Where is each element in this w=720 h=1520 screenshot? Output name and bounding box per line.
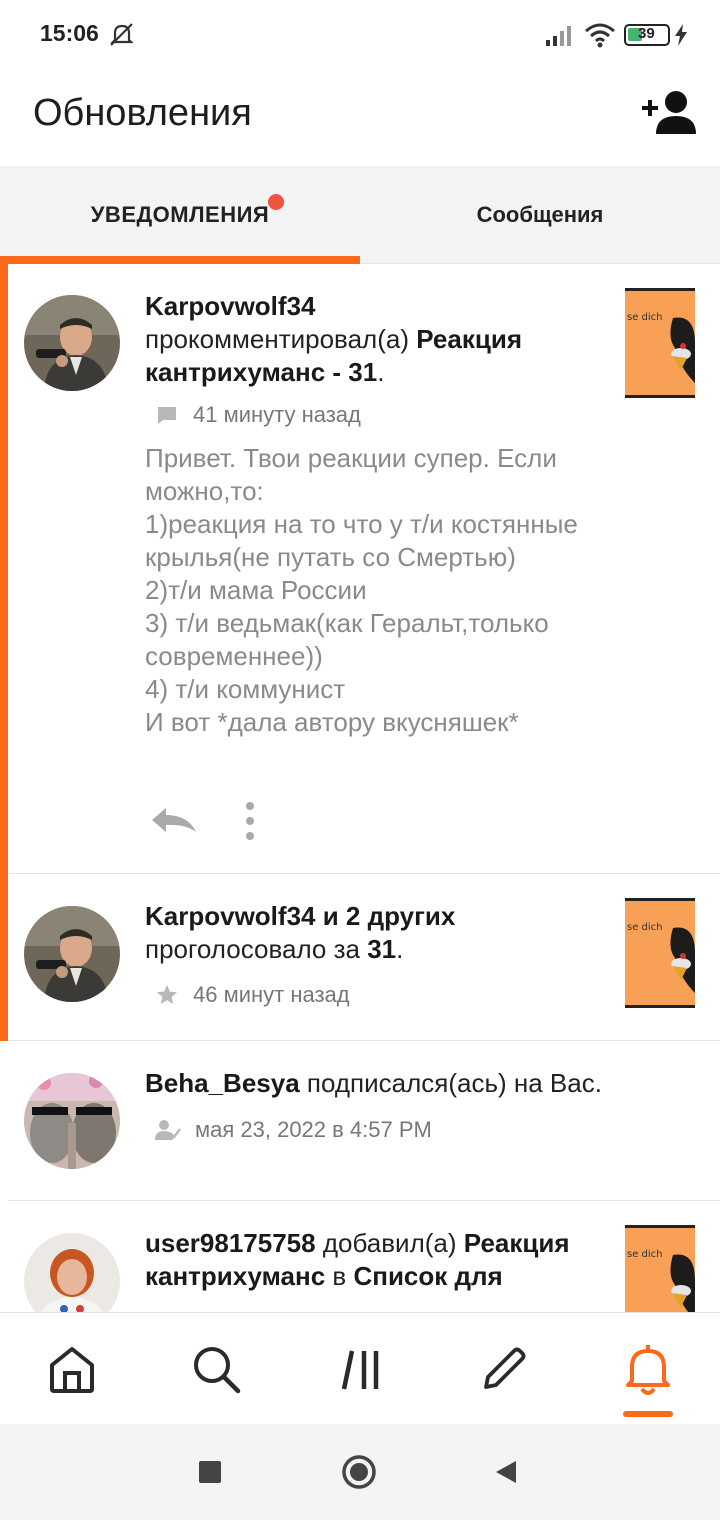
status-bar: 15:06 39 xyxy=(0,0,720,70)
notification-item[interactable]: Karpovwolf34 прокомментировал(а) Реакция… xyxy=(0,264,720,874)
mute-bell-icon xyxy=(110,23,134,46)
story-part[interactable]: 31 xyxy=(367,934,396,964)
status-time: 15:06 xyxy=(40,20,99,46)
tab-notifications[interactable]: УВЕДОМЛЕНИЯ xyxy=(0,166,360,264)
story-thumbnail[interactable]: se dich xyxy=(625,898,695,1008)
comment-text: Привет. Твои реакции супер. Если можно,т… xyxy=(145,443,578,737)
more-icon[interactable] xyxy=(236,799,264,843)
action-text: добавил(а) xyxy=(322,1228,457,1258)
notification-item[interactable]: user98175758 добавил(а) Реакция кантриху… xyxy=(0,1201,720,1312)
unread-indicator xyxy=(0,874,8,1041)
battery-icon: 39 xyxy=(624,24,670,46)
action-text: прокомментировал(а) xyxy=(145,324,409,354)
battery-level: 39 xyxy=(638,25,655,42)
charging-icon xyxy=(675,24,687,46)
wifi-icon xyxy=(585,23,615,48)
notification-text: Karpovwolf34 и 2 других проголосовало за… xyxy=(145,900,610,966)
tab-notifications-label: УВЕДОМЛЕНИЯ xyxy=(90,202,270,227)
follow-icon xyxy=(155,1120,181,1140)
page-title: Обновления xyxy=(33,92,252,134)
username[interactable]: Beha_Besya xyxy=(145,1068,300,1098)
avatar[interactable] xyxy=(24,295,120,391)
unread-dot xyxy=(268,194,284,210)
timestamp: мая 23, 2022 в 4:57 PM xyxy=(155,1117,432,1143)
notification-text: Beha_Besya подписался(ась) на Вас. xyxy=(145,1067,685,1100)
active-nav-indicator xyxy=(623,1411,673,1417)
bell-icon[interactable] xyxy=(620,1341,676,1397)
tab-bar: УВЕДОМЛЕНИЯ Сообщения xyxy=(0,166,720,264)
avatar[interactable] xyxy=(24,1233,120,1312)
home-icon[interactable] xyxy=(44,1341,100,1397)
library-icon[interactable] xyxy=(334,1341,390,1397)
punctuation: . xyxy=(377,357,385,387)
notification-text: Karpovwolf34 прокомментировал(а) Реакция… xyxy=(145,290,610,389)
tab-messages-label: Сообщения xyxy=(476,202,604,227)
avatar[interactable] xyxy=(24,906,120,1002)
svg-text:se dich: se dich xyxy=(627,1249,663,1260)
timestamp-text: 46 минут назад xyxy=(193,982,350,1007)
pencil-icon[interactable] xyxy=(476,1341,532,1397)
comment-icon xyxy=(158,407,176,424)
search-icon[interactable] xyxy=(188,1341,244,1397)
system-navigation xyxy=(0,1424,720,1520)
timestamp-text: 41 минуту назад xyxy=(193,402,361,427)
reply-icon[interactable] xyxy=(150,804,198,838)
list-title[interactable]: Список для xyxy=(353,1261,502,1291)
timestamp: 46 минут назад xyxy=(155,982,350,1008)
signal-icon xyxy=(546,26,571,46)
app-header: Обновления xyxy=(0,70,720,166)
notification-item[interactable]: Karpovwolf34 и 2 других проголосовало за… xyxy=(0,874,720,1041)
action-text: подписался(ась) на Вас. xyxy=(306,1068,602,1098)
notification-feed[interactable]: Karpovwolf34 прокомментировал(а) Реакция… xyxy=(0,264,720,1312)
timestamp: 41 минуту назад xyxy=(155,402,361,428)
bottom-navigation xyxy=(0,1312,720,1424)
active-tab-indicator xyxy=(0,256,360,264)
svg-text:se dich: se dich xyxy=(627,922,663,933)
home-button-icon[interactable] xyxy=(341,1454,377,1490)
action-text: проголосовало за xyxy=(145,934,360,964)
notification-item[interactable]: Beha_Besya подписался(ась) на Вас. мая 2… xyxy=(0,1041,720,1201)
tab-messages[interactable]: Сообщения xyxy=(360,166,720,264)
username[interactable]: Karpovwolf34 и 2 других xyxy=(145,901,455,931)
story-thumbnail[interactable]: se dich xyxy=(625,288,695,398)
unread-indicator xyxy=(0,264,8,874)
avatar[interactable] xyxy=(24,1073,120,1169)
add-friend-icon[interactable] xyxy=(638,88,698,138)
username[interactable]: user98175758 xyxy=(145,1228,316,1258)
story-thumbnail[interactable]: se dich xyxy=(625,1225,695,1312)
notification-text: user98175758 добавил(а) Реакция кантриху… xyxy=(145,1227,610,1293)
svg-text:se dich: se dich xyxy=(627,312,663,323)
action-text-2: в xyxy=(332,1261,347,1291)
username[interactable]: Karpovwolf34 xyxy=(145,291,316,321)
timestamp-text: мая 23, 2022 в 4:57 PM xyxy=(195,1117,432,1142)
star-icon xyxy=(157,985,177,1004)
punctuation: . xyxy=(396,934,404,964)
back-icon[interactable] xyxy=(494,1459,518,1485)
recents-icon[interactable] xyxy=(198,1460,222,1484)
